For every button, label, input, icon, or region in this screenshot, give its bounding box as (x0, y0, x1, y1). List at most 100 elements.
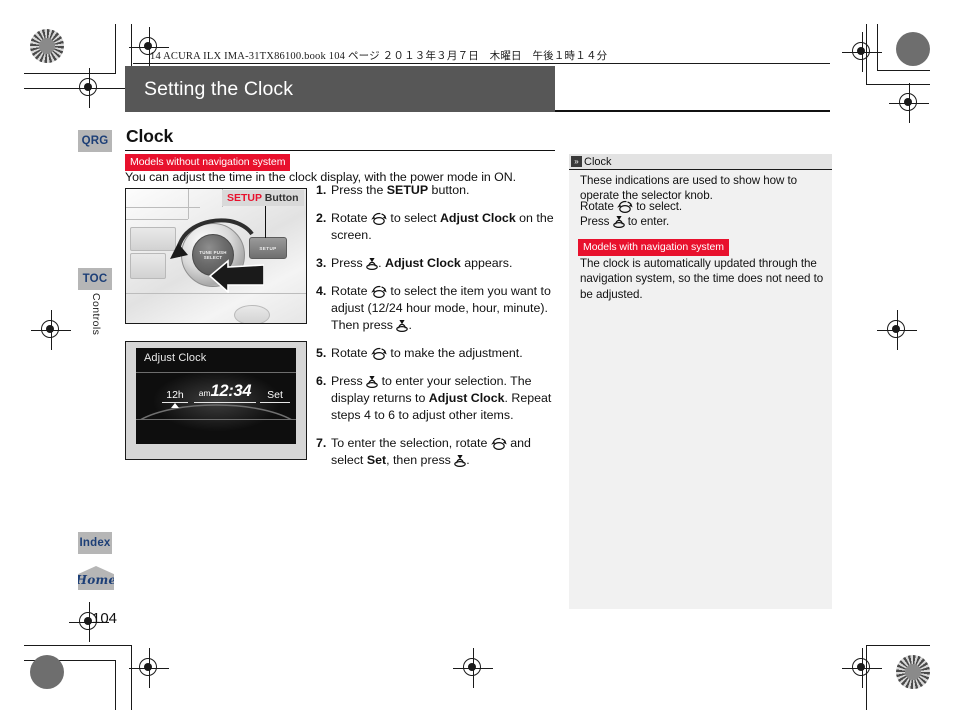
step-item: 2. Rotate to select Adjust Clock on the s… (316, 210, 560, 244)
registration-cross-right-middle (877, 310, 917, 350)
press-knob-icon (366, 376, 378, 388)
step-number: 6. (316, 374, 327, 388)
emphasis-text: Set (366, 453, 387, 467)
press-knob-icon (366, 258, 378, 270)
step-body: Press . Adjust Clock appears. (331, 255, 560, 272)
clock-field-time-value: 12:34 (210, 382, 252, 400)
setup-button-on-dash: SETUP (249, 237, 287, 259)
sidebar-tab-toc-label: TOC (82, 273, 108, 285)
step-body: To enter the selection, rotate and selec… (331, 435, 560, 469)
step-text: to enter. (624, 215, 670, 228)
step-text: to make the adjustment. (386, 346, 523, 360)
trim-mark-top-left-h2 (24, 73, 116, 74)
press-arrow-overlay (208, 259, 264, 293)
step-body: Rotate to select Adjust Clock on the scr… (331, 210, 560, 244)
step-text: , then press (386, 453, 455, 467)
dash-panel-line-5 (126, 293, 306, 295)
trim-mark-bottom-right-h (866, 645, 930, 646)
clock-screen: Adjust Clock 12h am 12:34 Set (136, 348, 296, 444)
dash-vent-bottom (234, 305, 270, 323)
registration-dot-top-right (896, 32, 930, 66)
dashboard-photo: TUNE PUSH SELECT SETUP (126, 189, 306, 323)
clock-field-set-value: Set (260, 389, 290, 403)
sidebar-tab-qrg[interactable]: QRG (78, 130, 112, 152)
info-panel-line-rotate: Rotate to select. (580, 199, 822, 214)
sidebar-tab-index-label: Index (79, 537, 111, 549)
registration-cross-bottom-center-left (129, 648, 169, 688)
emphasis-text: Adjust Clock (428, 391, 505, 405)
step-text: Press the (331, 183, 387, 197)
step-body: Press to enter your selection. The displ… (331, 373, 560, 424)
step-text: . (466, 453, 470, 467)
step-text: Press (331, 374, 367, 388)
clock-field-selection-caret (171, 403, 179, 408)
sidebar-tab-home[interactable]: Home (78, 566, 114, 590)
trim-mark-top-right-h2 (866, 84, 930, 85)
clock-field-time[interactable]: am 12:34 (194, 382, 256, 403)
section-heading: Clock (126, 126, 174, 146)
registration-cross-right-upper (889, 83, 929, 123)
press-knob-icon (612, 216, 625, 228)
sidebar-tab-index[interactable]: Index (78, 532, 112, 554)
trim-mark-top-left-v2 (115, 24, 116, 74)
step-item: 6. Press to enter your selection. The dis… (316, 373, 560, 424)
section-heading-rule (125, 150, 555, 152)
info-panel-header: » Clock (569, 154, 832, 169)
step-text: Rotate (331, 284, 371, 298)
step-text: To enter the selection, rotate (331, 436, 491, 450)
rotate-knob-icon (490, 437, 507, 450)
step-item: 3. Press . Adjust Clock appears. (316, 255, 560, 272)
step-body: Rotate to select the item you want to ad… (331, 283, 560, 334)
setup-button-callout-red: SETUP (227, 192, 262, 204)
sidebar-tab-home-label: Home (75, 573, 117, 587)
dash-vent-left-lower (130, 253, 166, 279)
sidebar-tab-toc[interactable]: TOC (78, 268, 112, 290)
clock-field-set[interactable]: Set (260, 389, 290, 403)
rotate-knob-icon (371, 347, 387, 360)
info-panel-line-press: Press to enter. (580, 214, 822, 229)
trim-mark-bottom-left-v2 (115, 660, 116, 710)
trim-mark-top-right-h (878, 70, 930, 71)
step-text: to select. (633, 200, 683, 213)
setup-callout-leader-line (265, 205, 267, 238)
emphasis-text: SETUP (386, 183, 429, 197)
step-text: Rotate (331, 211, 371, 225)
figure-clock-display: Adjust Clock 12h am 12:34 Set (125, 341, 307, 460)
clock-field-time-underline: am 12:34 (194, 382, 256, 403)
step-text: button. (428, 183, 470, 197)
page-title: Setting the Clock (144, 77, 294, 100)
steps-list: 1. Press the SETUP button. 2. Rotate to sel… (316, 182, 560, 480)
page-title-rule (555, 110, 830, 112)
step-number: 2. (316, 211, 327, 225)
print-header-text: 14 ACURA ILX IMA-31TX86100.book 104 ページ … (150, 51, 608, 62)
step-number: 4. (316, 284, 327, 298)
trim-mark-top-right-v (877, 24, 878, 71)
registration-cross-bottom-right (842, 648, 882, 688)
info-panel-header-title: Clock (584, 155, 612, 168)
registration-dot-bottom-left (30, 655, 64, 689)
rotate-arrow-overlay (170, 218, 254, 259)
info-panel-paragraph-2: The clock is automatically updated throu… (580, 257, 824, 301)
step-item: 4. Rotate to select the item you want to … (316, 283, 560, 334)
setup-button-callout: SETUP Button (222, 190, 304, 206)
clock-field-hour-mode-value: 12h (162, 389, 188, 403)
rotate-knob-icon (371, 212, 387, 225)
registration-halftone-dot-bottom-right (896, 655, 930, 689)
step-text: to select (386, 211, 440, 225)
info-panel-header-rule (569, 169, 832, 170)
step-text: Rotate (580, 200, 618, 213)
registration-cross-top-right (842, 32, 882, 72)
step-text: Press (580, 215, 613, 228)
rotate-knob-icon (617, 200, 633, 213)
registration-cross-top-left (69, 68, 109, 108)
badge-models-with-nav: Models with navigation system (578, 239, 729, 256)
page-number: 104 (92, 610, 118, 627)
step-text: . (378, 256, 386, 270)
clock-screen-title: Adjust Clock (144, 352, 207, 364)
page-title-bar: Setting the Clock (125, 66, 555, 112)
step-text: Press (331, 256, 367, 270)
figure-selector-knob-photo: TUNE PUSH SELECT SETUP (125, 188, 307, 324)
press-knob-icon (396, 320, 409, 332)
clock-field-hour-mode[interactable]: 12h (162, 389, 188, 403)
step-item: 7. To enter the selection, rotate and sel… (316, 435, 560, 469)
